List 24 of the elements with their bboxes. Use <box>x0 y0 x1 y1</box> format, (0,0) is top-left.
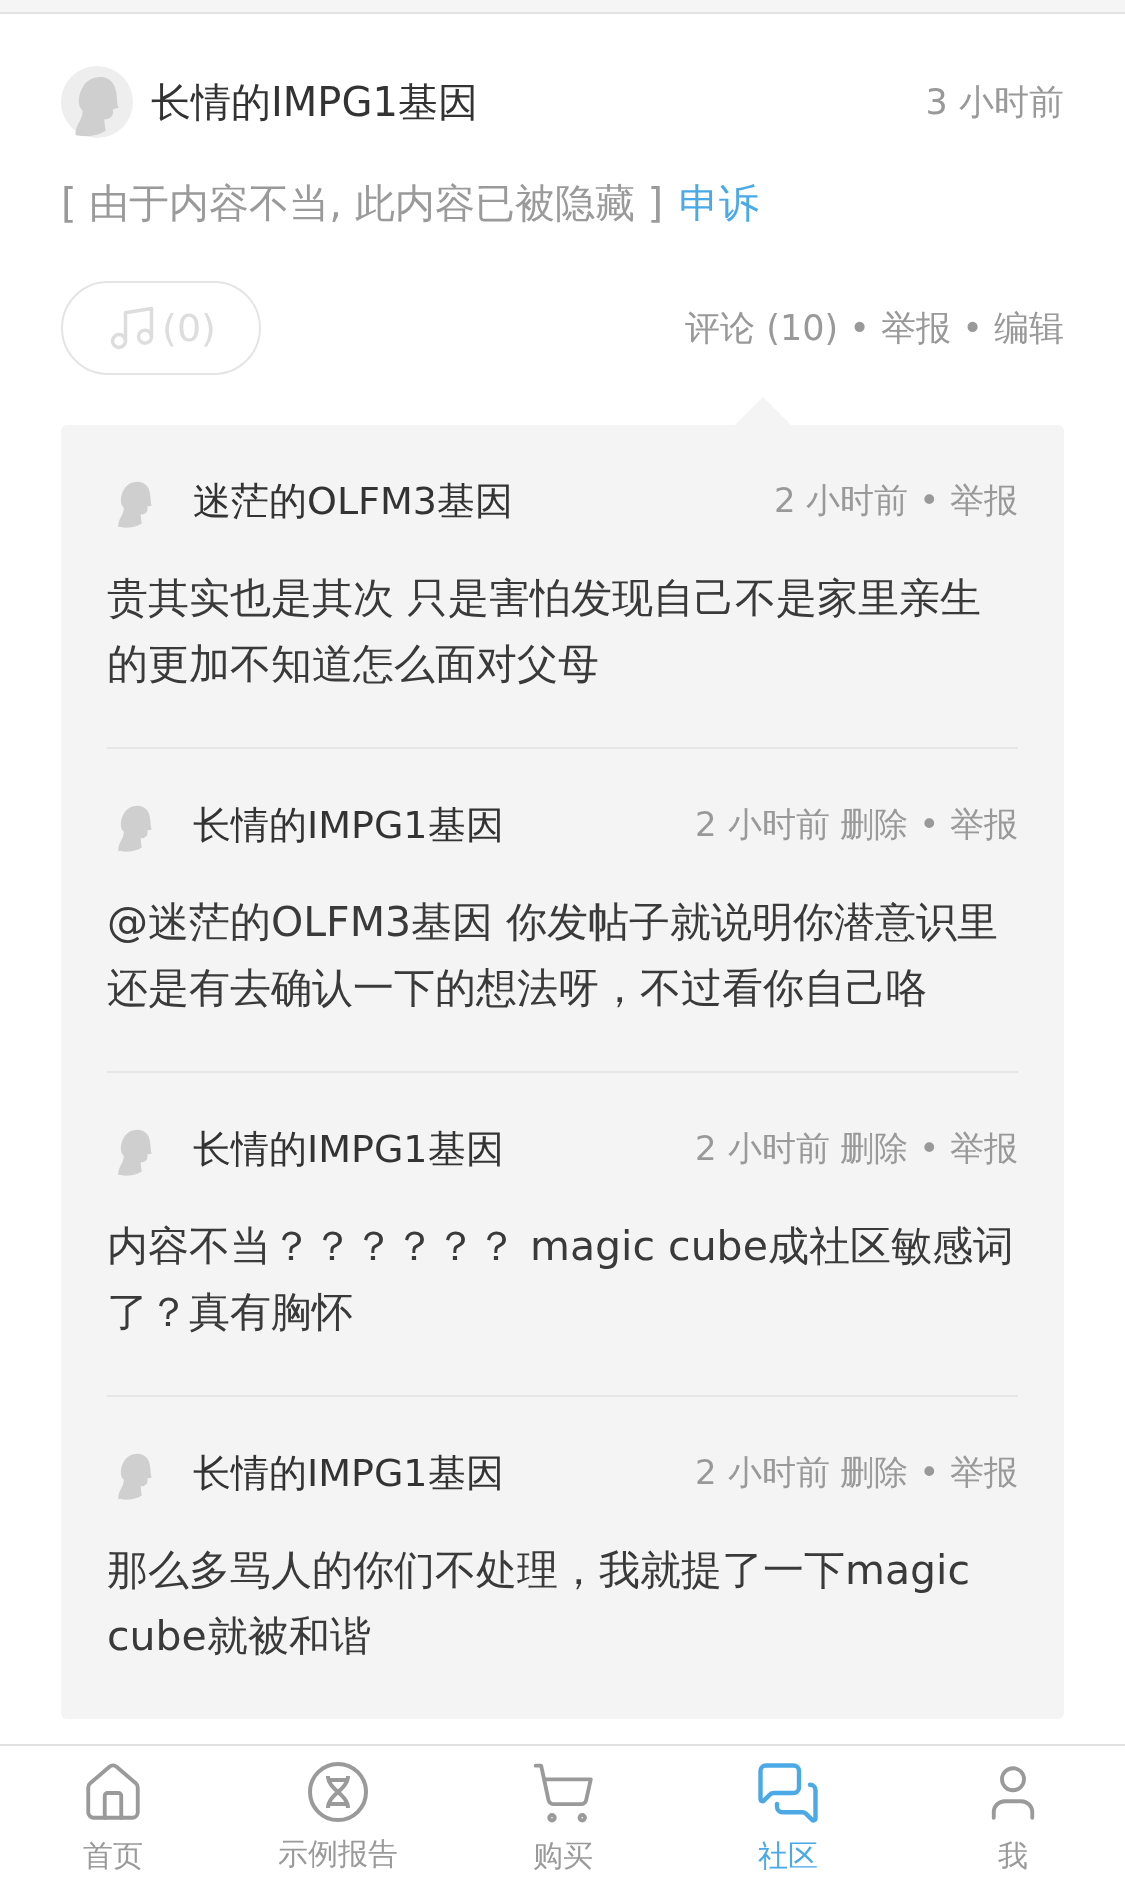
commenter-name: 长情的IMPG1基因 <box>193 801 505 849</box>
comment-text: 贵其实也是其次 只是害怕发现自己不是家里亲生的更加不知道怎么面对父母 <box>107 573 983 690</box>
post-actions: 评论 (10) • 举报 • 编辑 <box>685 306 1064 350</box>
tab-bar-item[interactable]: 我 <box>900 1746 1125 1895</box>
comment-text: 那么多骂人的你们不处理，我就提了一下magic cube就被和谐 <box>107 1545 972 1662</box>
commenter-name: 长情的IMPG1基因 <box>193 1449 505 1497</box>
tab-bar-item[interactable]: 购买 <box>450 1746 675 1895</box>
commenter-name: 迷茫的OLFM3基因 <box>193 477 514 525</box>
tab-bar-item[interactable]: 社区 <box>675 1746 900 1895</box>
comment-text: 内容不当？？？？？？ magic cube成社区敏感词了？真有胸怀 <box>107 1221 1015 1338</box>
tab-bar-item[interactable]: 示例报告 <box>225 1746 450 1895</box>
dna-icon <box>305 1760 370 1824</box>
comment-meta: 2 小时前 • 举报 <box>773 479 1018 522</box>
appeal-link[interactable]: 申诉 <box>679 176 760 231</box>
comment-text: @迷茫的OLFM3基因 你发帖子就说明你潜意识里还是有去确认一下的想法呀，不过看你自己咯 <box>107 897 1000 1014</box>
post-time: 3 小时前 <box>925 80 1064 124</box>
comment-meta: 2 小时前 删除 • 举报 <box>695 1451 1018 1494</box>
tab-bar-item[interactable]: 首页 <box>0 1746 225 1895</box>
avatar-icon <box>61 66 133 138</box>
author-name: 长情的IMPG1基因 <box>151 77 479 127</box>
comment-meta: 2 小时前 删除 • 举报 <box>695 803 1018 846</box>
commenter-name: 长情的IMPG1基因 <box>193 1125 505 1173</box>
hidden-notice: [ 由于内容不当, 此内容已被隐藏 ] <box>61 179 664 228</box>
comment-meta: 2 小时前 删除 • 举报 <box>695 1127 1018 1170</box>
